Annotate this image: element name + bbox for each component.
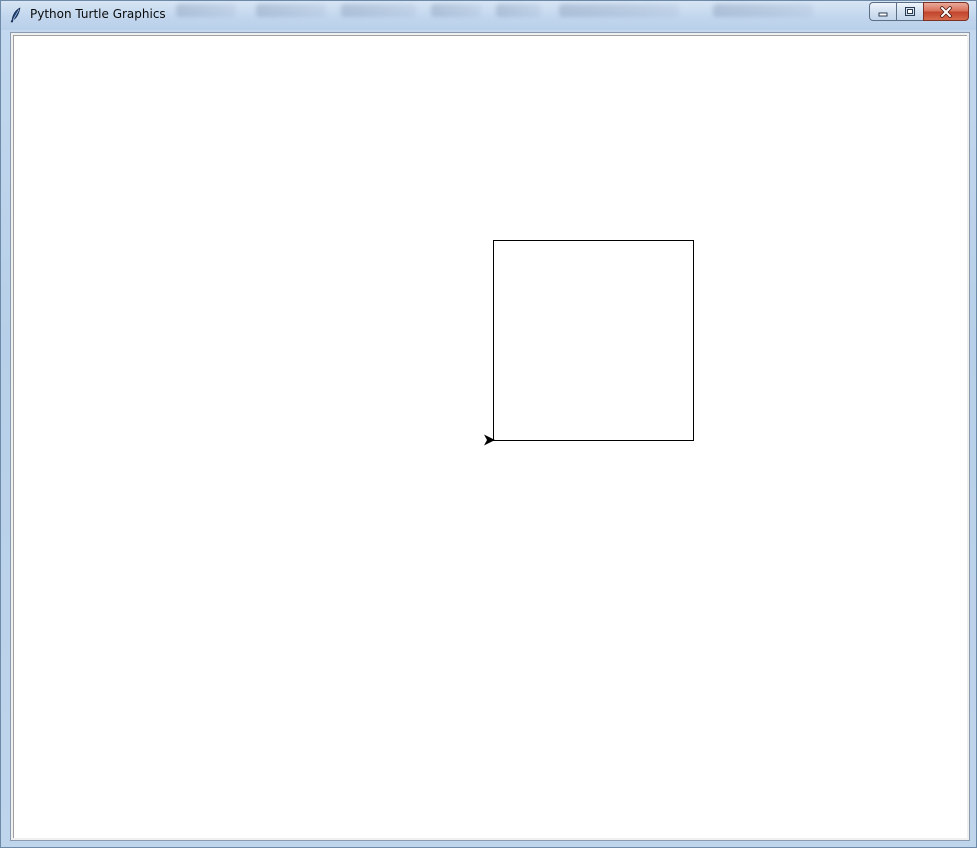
title-bar-reflection [431,4,481,17]
drawn-square [493,240,694,441]
minimize-icon [878,12,888,16]
title-bar-reflection [559,4,679,17]
maximize-icon [905,7,915,16]
canvas-frame [10,32,970,841]
close-icon [940,5,952,18]
feather-icon[interactable] [9,7,23,23]
title-bar-reflection [176,4,236,17]
title-bar-reflection [341,4,416,17]
title-bar[interactable]: Python Turtle Graphics [1,1,976,30]
turtle-graphics-window: Python Turtle Graphics [0,0,977,848]
turtle-canvas[interactable] [13,35,967,838]
maximize-button[interactable] [896,2,923,21]
title-bar-reflection [256,4,326,17]
title-bar-reflection [496,4,541,17]
turtle-drawing [484,240,694,446]
title-bar-reflection [713,4,813,17]
minimize-button[interactable] [869,2,896,21]
close-button[interactable] [923,2,969,21]
caption-buttons [869,2,969,21]
window-title: Python Turtle Graphics [30,7,166,21]
